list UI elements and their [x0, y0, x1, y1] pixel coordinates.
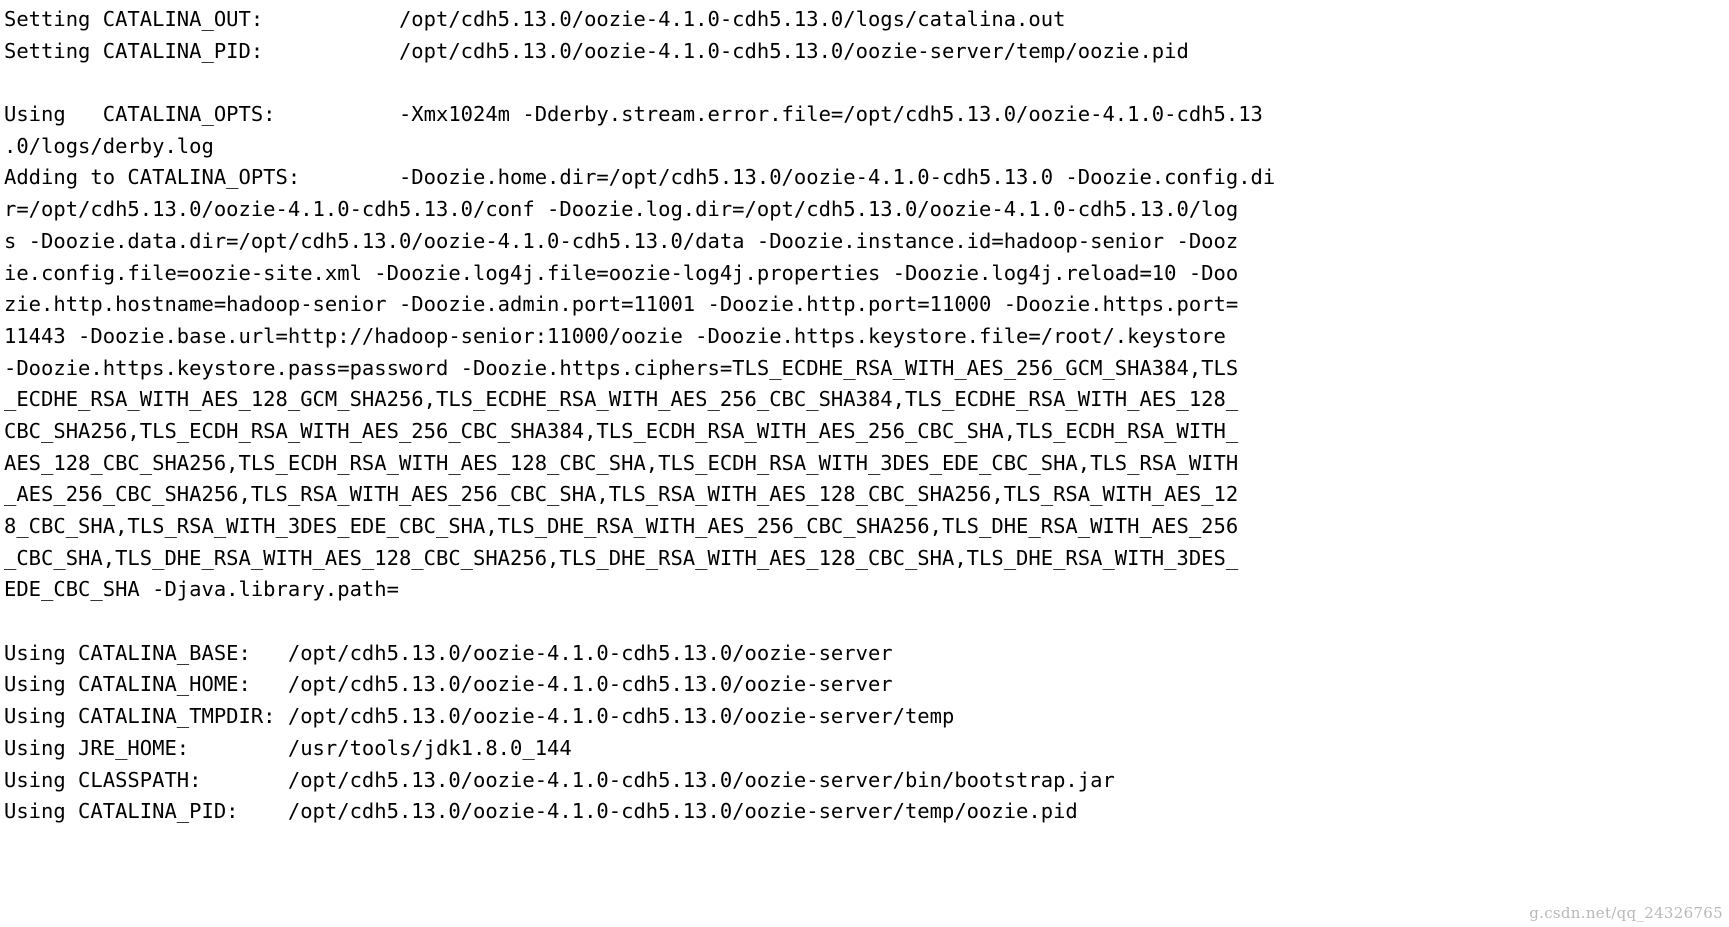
terminal-line: _AES_256_CBC_SHA256,TLS_RSA_WITH_AES_256…	[4, 482, 1239, 507]
terminal-line-list: Setting CATALINA_OUT: /opt/cdh5.13.0/ooz…	[4, 4, 1729, 828]
terminal-line: _CBC_SHA,TLS_DHE_RSA_WITH_AES_128_CBC_SH…	[4, 545, 1239, 570]
csdn-watermark: g.csdn.net/qq_24326765	[1529, 904, 1723, 922]
terminal-line: Using CATALINA_PID: /opt/cdh5.13.0/oozie…	[4, 799, 1078, 824]
terminal-line: _ECDHE_RSA_WITH_AES_128_GCM_SHA256,TLS_E…	[4, 387, 1239, 412]
terminal-line: ie.config.file=oozie-site.xml -Doozie.lo…	[4, 260, 1239, 285]
terminal-line: Using CATALINA_BASE: /opt/cdh5.13.0/oozi…	[4, 640, 893, 665]
terminal-line: -Doozie.https.keystore.pass=password -Do…	[4, 355, 1239, 380]
terminal-line: CBC_SHA256,TLS_ECDH_RSA_WITH_AES_256_CBC…	[4, 418, 1239, 443]
terminal-line: EDE_CBC_SHA -Djava.library.path=	[4, 577, 399, 602]
terminal-line: Using CATALINA_TMPDIR: /opt/cdh5.13.0/oo…	[4, 704, 955, 729]
terminal-line: zie.http.hostname=hadoop-senior -Doozie.…	[4, 292, 1239, 317]
terminal-line: Using JRE_HOME: /usr/tools/jdk1.8.0_144	[4, 735, 572, 760]
terminal-output-pane[interactable]: Setting CATALINA_OUT: /opt/cdh5.13.0/ooz…	[0, 0, 1729, 927]
terminal-line: Setting CATALINA_OUT: /opt/cdh5.13.0/ooz…	[4, 7, 1066, 31]
terminal-line: 11443 -Doozie.base.url=http://hadoop-sen…	[4, 323, 1226, 348]
terminal-line: Setting CATALINA_PID: /opt/cdh5.13.0/ooz…	[4, 38, 1189, 63]
terminal-line: 8_CBC_SHA,TLS_RSA_WITH_3DES_EDE_CBC_SHA,…	[4, 514, 1239, 538]
terminal-line: Using CATALINA_OPTS: -Xmx1024m -Dderby.s…	[4, 102, 1263, 127]
terminal-line: Using CATALINA_HOME: /opt/cdh5.13.0/oozi…	[4, 672, 893, 697]
terminal-line: s -Doozie.data.dir=/opt/cdh5.13.0/oozie-…	[4, 228, 1239, 253]
terminal-line: AES_128_CBC_SHA256,TLS_ECDH_RSA_WITH_AES…	[4, 450, 1239, 475]
terminal-line: Adding to CATALINA_OPTS: -Doozie.home.di…	[4, 165, 1276, 190]
terminal-line: .0/logs/derby.log	[4, 133, 214, 158]
terminal-line: r=/opt/cdh5.13.0/oozie-4.1.0-cdh5.13.0/c…	[4, 197, 1239, 222]
terminal-line: Using CLASSPATH: /opt/cdh5.13.0/oozie-4.…	[4, 767, 1115, 792]
